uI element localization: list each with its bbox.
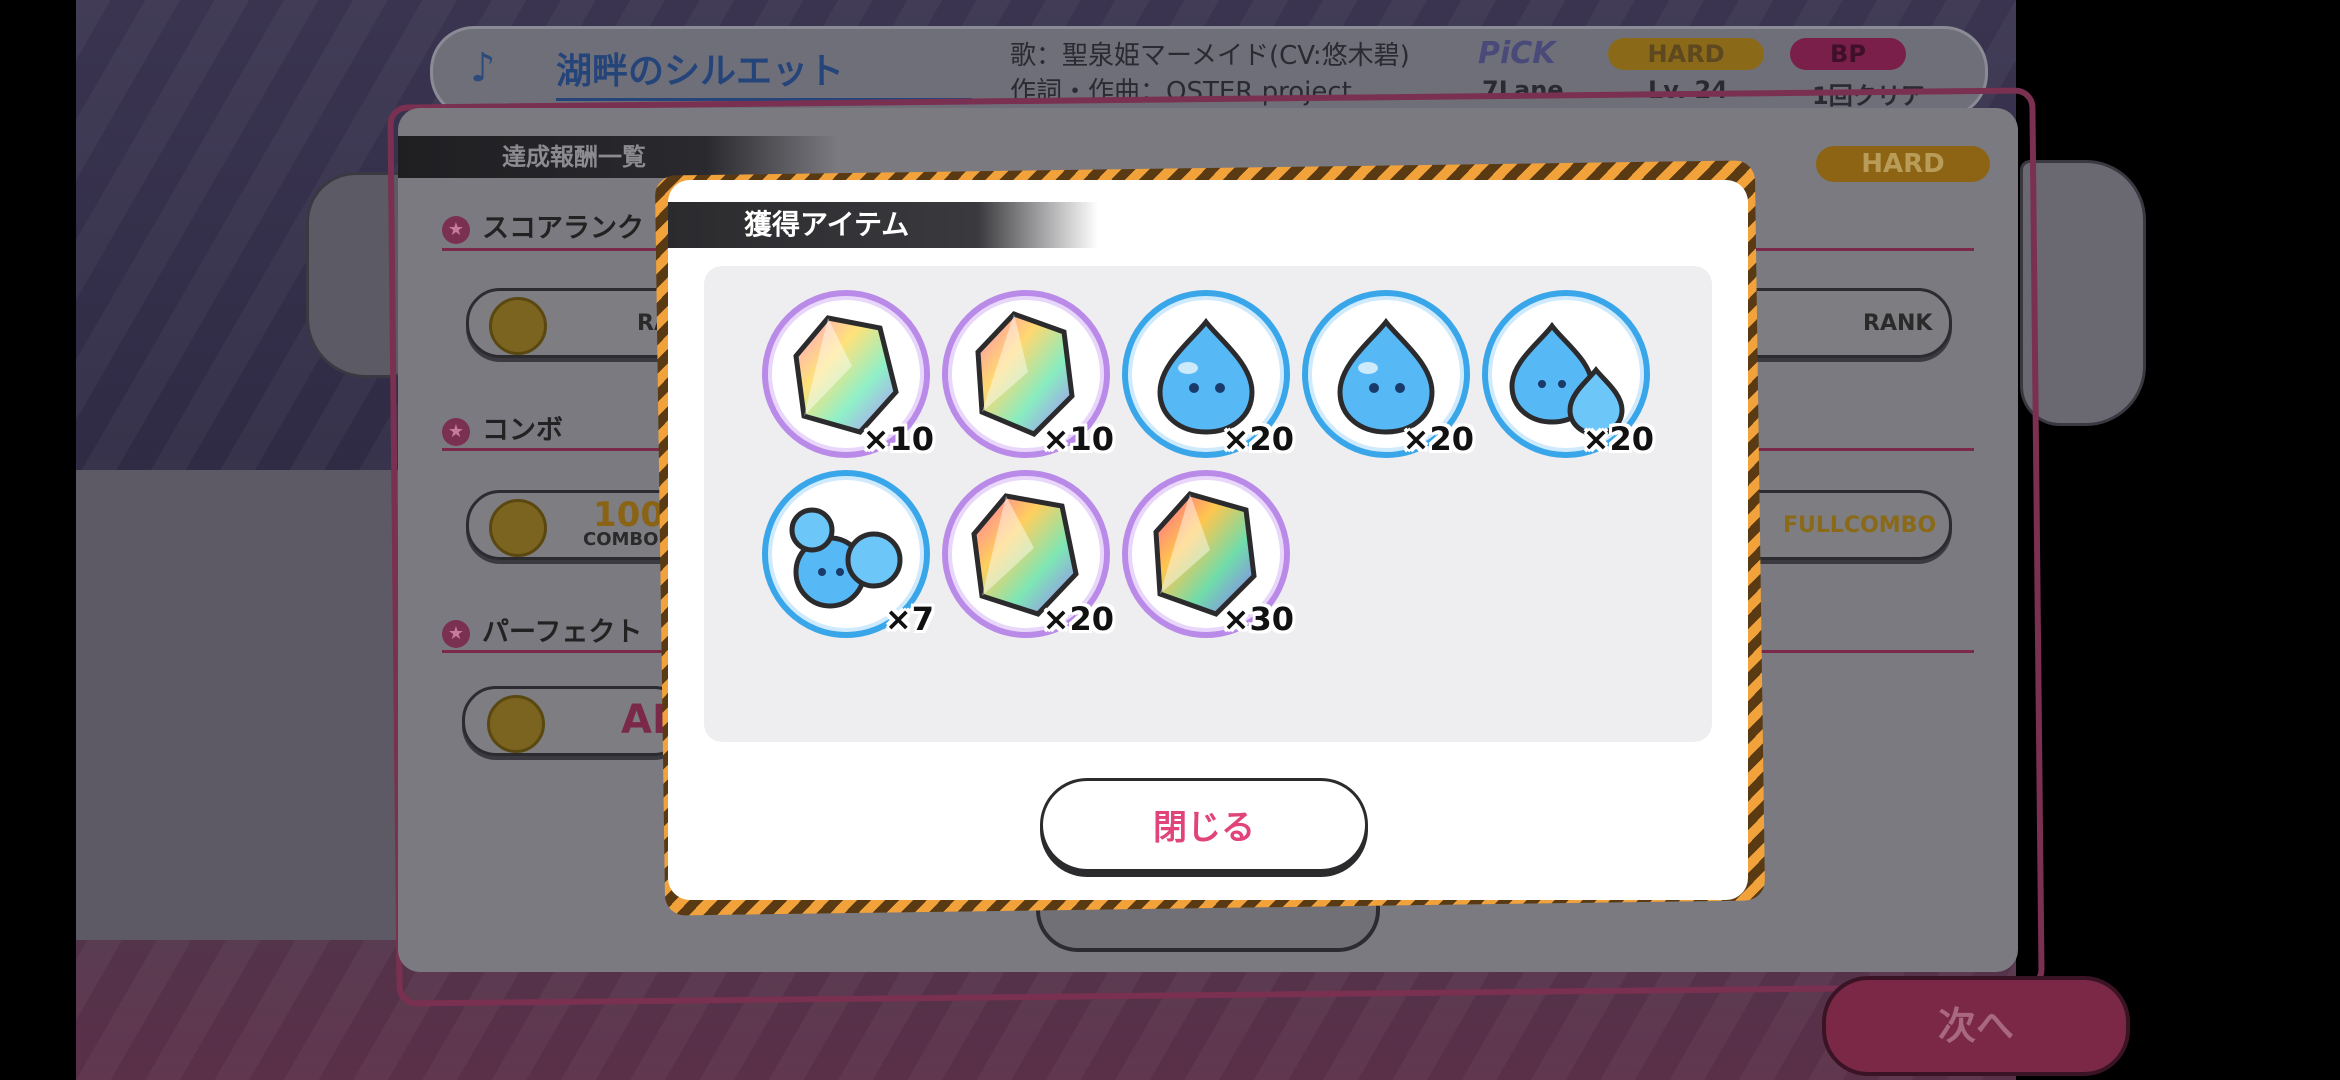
close-button[interactable]: 閉じる — [1040, 778, 1368, 872]
song-title: 湖畔のシルエット — [556, 42, 972, 101]
fullcombo-label: FULLCOMBO — [1783, 513, 1937, 538]
star-icon: ★ — [442, 619, 470, 648]
bp-badge: BP — [1790, 38, 1906, 70]
medal-icon — [489, 499, 547, 557]
reward-item-rainbow-crystal: ×10 — [942, 290, 1114, 458]
rewards-panel-title: 達成報酬一覧 — [398, 136, 838, 178]
item-quantity: ×20 — [1402, 420, 1474, 458]
reward-item-triple-blue-drop: ×7 — [762, 470, 934, 638]
reward-item-blue-drop: ×20 — [1302, 290, 1474, 458]
character-illustration-right — [2020, 160, 2146, 426]
reward-item-rainbow-crystal: ×10 — [762, 290, 934, 458]
reward-pill-combo: 100 COMBO — [466, 490, 692, 560]
item-quantity: ×20 — [1042, 600, 1114, 638]
music-note-icon: ♪ — [470, 45, 496, 91]
section-title-combo: ★ コンボ — [442, 408, 563, 447]
rewards-difficulty-badge: HARD — [1816, 146, 1990, 182]
reward-pill-perfect: AL — [462, 686, 688, 756]
reward-item-rainbow-crystal: ×20 — [942, 470, 1114, 638]
section-title-perfect: ★ パーフェクト — [442, 610, 642, 649]
medal-icon — [489, 297, 547, 355]
item-quantity: ×20 — [1582, 420, 1654, 458]
item-quantity: ×10 — [1042, 420, 1114, 458]
item-quantity: ×10 — [862, 420, 934, 458]
combo-label: COMBO — [583, 529, 659, 550]
reward-item-blue-drop: ×20 — [1122, 290, 1294, 458]
reward-item-twin-blue-drop: ×20 — [1482, 290, 1654, 458]
singer-line: 歌：聖泉姫マーメイド(CV:悠木碧) — [1010, 41, 1410, 71]
rank-label: RANK — [1863, 311, 1933, 336]
star-icon: ★ — [442, 215, 470, 244]
reward-item-rainbow-crystal: ×30 — [1122, 470, 1294, 638]
next-button[interactable]: 次へ — [1822, 976, 2130, 1076]
star-icon: ★ — [442, 417, 470, 446]
item-quantity: ×20 — [1222, 420, 1294, 458]
dialog-title: 獲得アイテム — [668, 202, 1098, 248]
medal-icon — [487, 695, 545, 753]
section-title-score-rank: ★ スコアランク — [442, 206, 644, 245]
item-quantity: ×7 — [884, 600, 934, 638]
item-quantity: ×30 — [1222, 600, 1294, 638]
pick-logo: PiCK — [1478, 36, 1556, 71]
difficulty-badge: HARD — [1608, 38, 1764, 70]
